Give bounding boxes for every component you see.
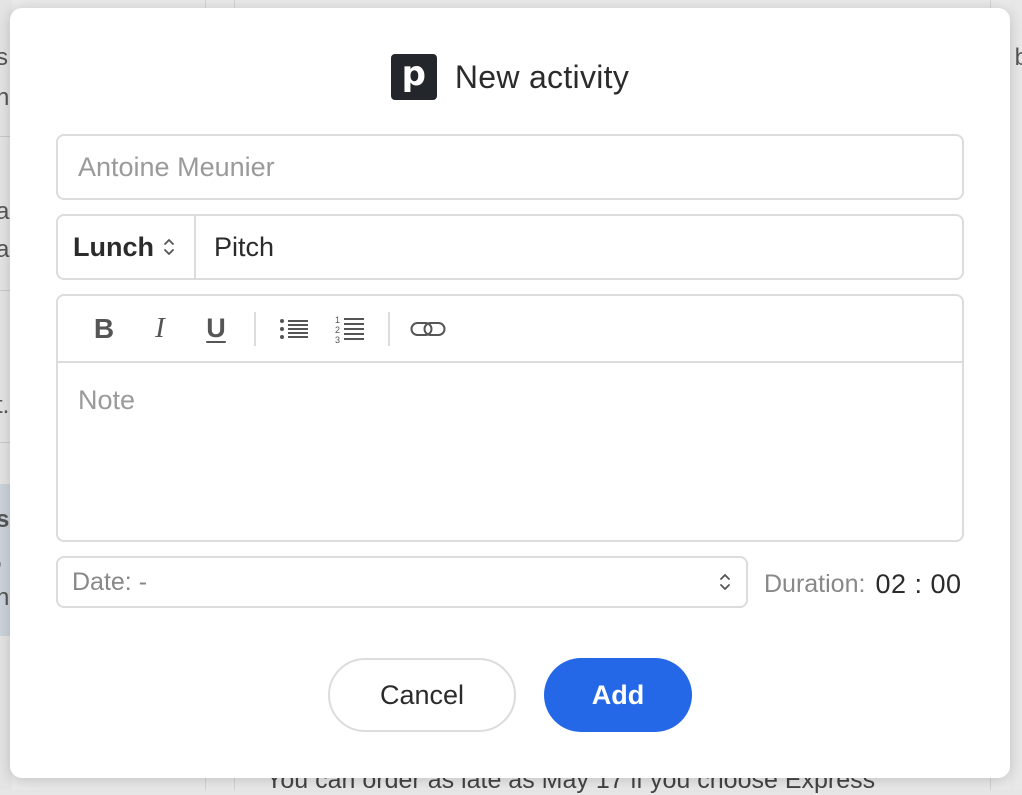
- note-textarea[interactable]: [58, 363, 962, 540]
- activity-type-row: Lunch: [56, 214, 964, 280]
- duration-group: Duration: 02 : 00: [764, 564, 962, 604]
- background-right-panel: [1010, 0, 1022, 790]
- date-label: Date: -: [72, 568, 718, 597]
- background-text: ,: [0, 544, 3, 572]
- underline-button[interactable]: U: [188, 307, 244, 351]
- background-text: t.: [0, 392, 9, 420]
- link-button[interactable]: [400, 307, 456, 351]
- add-button[interactable]: Add: [544, 658, 692, 732]
- activity-type-select[interactable]: Lunch: [58, 216, 196, 278]
- numbered-list-icon: 1 2 3: [335, 314, 365, 344]
- underline-icon: U: [206, 313, 226, 344]
- background-text: a: [0, 236, 9, 264]
- background-text: s: [0, 506, 9, 534]
- note-editor: B I U: [56, 294, 964, 542]
- background-text: b: [1015, 44, 1022, 72]
- dialog-title: New activity: [455, 59, 629, 96]
- svg-text:3: 3: [335, 335, 340, 344]
- editor-toolbar: B I U: [58, 296, 962, 363]
- svg-text:2: 2: [335, 325, 340, 335]
- toolbar-separator: [388, 312, 390, 346]
- duration-label: Duration:: [764, 570, 865, 599]
- bullet-list-icon: [279, 317, 309, 341]
- bold-icon: B: [94, 313, 114, 345]
- background-text: s: [0, 44, 8, 72]
- duration-input[interactable]: 02 : 00: [875, 569, 961, 600]
- italic-icon: I: [155, 312, 165, 345]
- bullet-list-button[interactable]: [266, 307, 322, 351]
- toolbar-separator: [254, 312, 256, 346]
- contact-field: [56, 134, 964, 200]
- chevron-updown-icon: [718, 571, 732, 593]
- activity-type-value: Lunch: [73, 232, 154, 263]
- subject-input[interactable]: [196, 216, 962, 278]
- new-activity-dialog: p New activity Lunch B I U: [10, 8, 1010, 778]
- dialog-header: p New activity: [10, 54, 1010, 100]
- italic-button[interactable]: I: [132, 307, 188, 351]
- bold-button[interactable]: B: [76, 307, 132, 351]
- cancel-button[interactable]: Cancel: [328, 658, 516, 732]
- chevron-updown-icon: [162, 236, 176, 258]
- logo-letter: p: [402, 57, 426, 91]
- svg-text:1: 1: [335, 315, 340, 325]
- numbered-list-button[interactable]: 1 2 3: [322, 307, 378, 351]
- background-text: n: [0, 84, 9, 112]
- date-select[interactable]: Date: -: [56, 556, 748, 608]
- contact-input[interactable]: [58, 136, 962, 198]
- pipedrive-logo: p: [391, 54, 437, 100]
- link-icon: [410, 320, 446, 338]
- background-text: n: [0, 584, 9, 612]
- background-text: a: [0, 198, 9, 226]
